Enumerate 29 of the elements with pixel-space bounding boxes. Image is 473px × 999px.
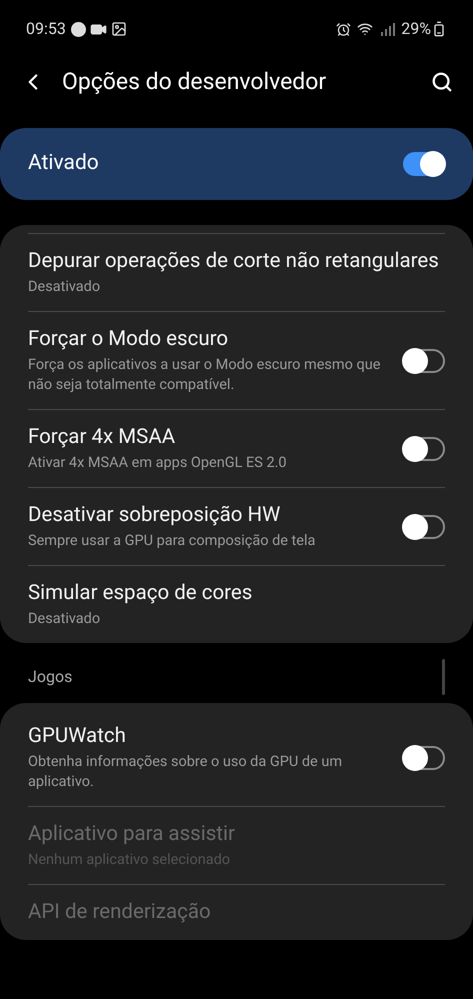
setting-subtitle: Obtenha informações sobre o uso da GPU de um aplicativo. [28,752,344,792]
setting-subtitle: Força os aplicativos a usar o Modo escuro mesmo que não seja totalmente compatível. [28,355,382,395]
setting-subtitle: Ativar 4x MSAA em apps OpenGL ES 2.0 [28,453,288,473]
master-switch-card[interactable]: Ativado [0,128,473,200]
toggle-switch[interactable] [403,514,445,538]
signal-icon [379,22,398,36]
scrollbar[interactable] [442,659,445,695]
image-icon [110,21,127,37]
alarm-icon [336,22,352,36]
setting-title[interactable]: Desativar sobreposição HW [28,502,387,529]
section-heading: Jogos [28,666,74,688]
status-time: 09:53 [26,18,66,40]
toggle-switch[interactable] [403,436,445,460]
setting-title[interactable]: GPUWatch [28,723,387,750]
search-icon[interactable] [431,71,453,93]
battery-percent: 29% [401,18,431,40]
setting-subtitle: Desativado [28,609,102,629]
setting-subtitle: Desativado [28,277,102,297]
setting-title[interactable]: Depurar operações de corte não retangulares [28,248,445,275]
toggle-switch[interactable] [403,746,445,770]
setting-title[interactable]: Forçar 4x MSAA [28,424,387,451]
toggle-switch[interactable] [403,348,445,372]
page-title: Opções do desenvolvedor [62,66,328,97]
toggle-switch[interactable] [403,152,445,176]
wifi-icon [357,21,374,37]
setting-title[interactable]: Forçar o Modo escuro [28,326,387,353]
setting-title[interactable]: Simular espaço de cores [28,580,445,607]
master-label: Ativado [28,150,100,178]
setting-subtitle: Sempre usar a GPU para composição de tela [28,531,316,551]
